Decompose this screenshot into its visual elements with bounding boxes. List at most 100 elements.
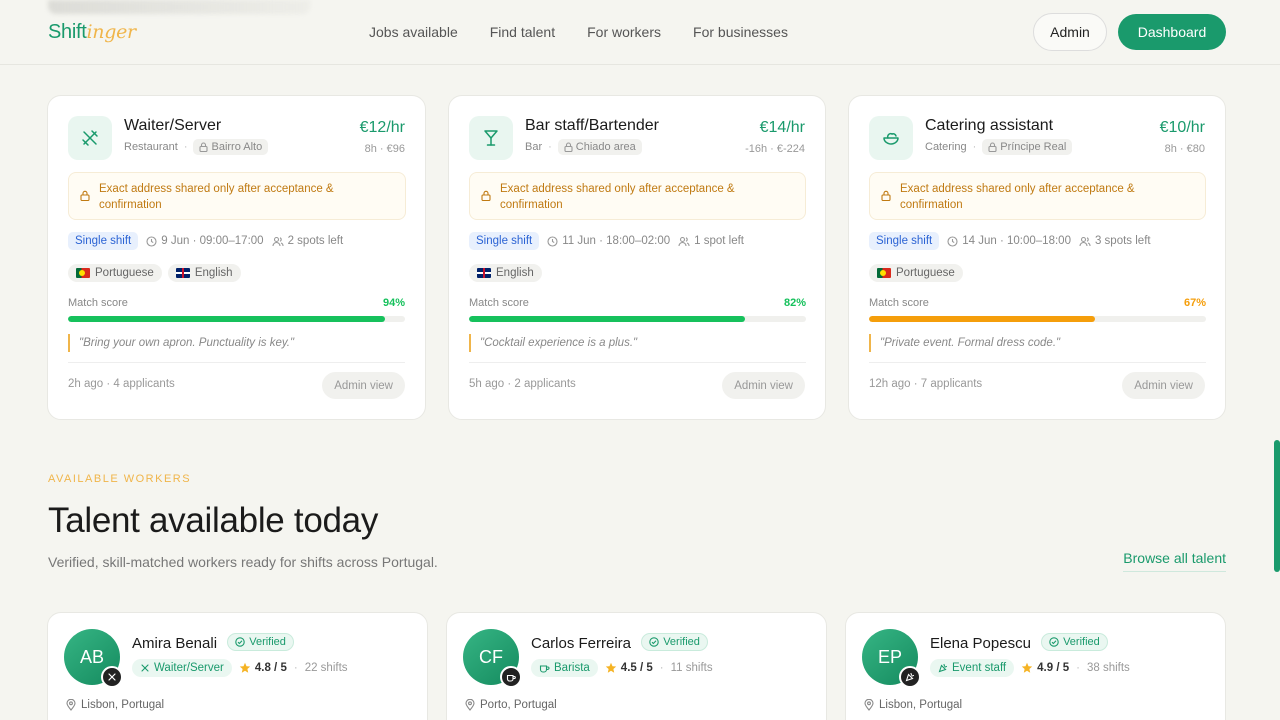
job-card[interactable]: Bar staff/Bartender Bar · Chiado area €1… bbox=[448, 95, 826, 420]
match-score-row: Match score 67% bbox=[869, 297, 1206, 309]
worker-name-row: Elena Popescu Verified bbox=[930, 633, 1108, 652]
worker-card[interactable]: EP Elena Popescu Verified Event staff 4.… bbox=[845, 612, 1226, 720]
spots-text: 2 spots left bbox=[287, 235, 344, 247]
language-name: Portuguese bbox=[896, 267, 955, 279]
spots-left: 3 spots left bbox=[1079, 235, 1151, 247]
datetime-text: 9 Jun · 09:00–17:00 bbox=[161, 235, 264, 247]
role-name: Barista bbox=[554, 662, 590, 674]
logo-accent: inger bbox=[86, 21, 137, 43]
worker-name-row: Carlos Ferreira Verified bbox=[531, 633, 708, 652]
language-chip: Portuguese bbox=[68, 264, 162, 282]
nav-jobs-available[interactable]: Jobs available bbox=[369, 23, 458, 41]
languages: Portuguese bbox=[869, 264, 963, 282]
job-title: Catering assistant bbox=[925, 117, 1054, 134]
hourly-rate: €14/hr bbox=[759, 119, 805, 136]
nav-find-talent[interactable]: Find talent bbox=[490, 23, 555, 41]
worker-name: Carlos Ferreira bbox=[531, 635, 632, 652]
verified-text: Verified bbox=[663, 636, 700, 648]
separator-dot: · bbox=[972, 141, 977, 153]
job-title: Waiter/Server bbox=[124, 117, 222, 134]
worker-card[interactable]: CF Carlos Ferreira Verified Barista 4.5 … bbox=[446, 612, 827, 720]
users-icon bbox=[678, 236, 690, 246]
hours-total: 8h · €80 bbox=[1164, 143, 1205, 155]
users-icon bbox=[272, 236, 284, 246]
scrolled-content-shadow bbox=[48, 0, 310, 14]
role-name: Waiter/Server bbox=[154, 662, 224, 674]
section-eyebrow: AVAILABLE WORKERS bbox=[48, 473, 192, 485]
utensils-icon bbox=[101, 666, 123, 688]
worker-stats: Waiter/Server 4.8 / 5 · 22 shifts bbox=[132, 659, 348, 677]
shift-datetime: 14 Jun · 10:00–18:00 bbox=[947, 235, 1071, 247]
address-notice: Exact address shared only after acceptan… bbox=[68, 172, 406, 220]
match-score-row: Match score 82% bbox=[469, 297, 806, 309]
nav-for-businesses[interactable]: For businesses bbox=[693, 23, 788, 41]
verified-text: Verified bbox=[1063, 636, 1100, 648]
worker-stats: Barista 4.5 / 5 · 11 shifts bbox=[531, 659, 713, 677]
main-nav: Jobs available Find talent For workers F… bbox=[369, 23, 788, 41]
divider bbox=[869, 362, 1206, 363]
address-notice: Exact address shared only after acceptan… bbox=[869, 172, 1206, 220]
lock-icon bbox=[988, 142, 997, 152]
page-scrollbar[interactable] bbox=[1274, 440, 1280, 572]
worker-stats: Event staff 4.9 / 5 · 38 shifts bbox=[930, 659, 1130, 677]
languages: English bbox=[469, 264, 542, 282]
area-name: Príncipe Real bbox=[1000, 141, 1067, 153]
portugal-flag-icon bbox=[76, 268, 90, 278]
worker-location: Lisbon, Portugal bbox=[66, 699, 164, 711]
uk-flag-icon bbox=[175, 268, 190, 278]
job-note: "Private event. Formal dress code." bbox=[869, 334, 1060, 352]
portugal-flag-icon bbox=[877, 268, 891, 278]
job-title: Bar staff/Bartender bbox=[525, 117, 659, 134]
map-pin-icon bbox=[66, 699, 76, 711]
separator-dot: · bbox=[548, 141, 552, 153]
shift-datetime: 11 Jun · 18:00–02:00 bbox=[547, 235, 670, 247]
star-icon bbox=[1021, 662, 1033, 673]
map-pin-icon bbox=[465, 699, 475, 711]
address-notice-text: Exact address shared only after acceptan… bbox=[99, 183, 334, 211]
rating: 4.8 / 5 bbox=[239, 662, 287, 674]
language-name: English bbox=[194, 267, 233, 279]
admin-button[interactable]: Admin bbox=[1033, 13, 1107, 51]
language-name: Portuguese bbox=[95, 267, 154, 279]
spots-text: 3 spots left bbox=[1094, 235, 1151, 247]
section-title: Talent available today bbox=[48, 501, 379, 540]
worker-card[interactable]: AB Amira Benali Verified Waiter/Server 4… bbox=[47, 612, 428, 720]
job-card[interactable]: Waiter/Server Restaurant · Bairro Alto €… bbox=[47, 95, 426, 420]
location-text: Porto, Portugal bbox=[480, 699, 557, 711]
separator-dot: · bbox=[1076, 662, 1080, 674]
check-circle-icon bbox=[1049, 637, 1059, 647]
language-chip: English bbox=[167, 264, 241, 282]
star-icon bbox=[239, 662, 251, 673]
coffee-icon bbox=[539, 665, 550, 673]
hourly-rate: €10/hr bbox=[1159, 119, 1205, 136]
admin-view-button[interactable]: Admin view bbox=[1122, 372, 1205, 399]
match-label: Match score bbox=[869, 297, 929, 309]
lock-icon bbox=[881, 190, 891, 201]
dashboard-button[interactable]: Dashboard bbox=[1118, 14, 1226, 50]
clock-icon bbox=[947, 235, 958, 247]
spots-text: 1 spot left bbox=[694, 235, 744, 247]
rating-value: 4.9 / 5 bbox=[1037, 662, 1070, 674]
area-chip: Chiado area bbox=[557, 139, 642, 155]
rating-value: 4.5 / 5 bbox=[620, 662, 653, 674]
coffee-icon bbox=[500, 666, 522, 688]
browse-all-talent-link[interactable]: Browse all talent bbox=[1123, 549, 1226, 572]
star-icon bbox=[605, 662, 616, 673]
job-category: Bar bbox=[525, 141, 543, 153]
job-meta: Catering · Príncipe Real bbox=[925, 139, 1073, 155]
lock-icon bbox=[564, 142, 573, 152]
posted-info: 5h ago · 2 applicants bbox=[469, 378, 576, 390]
worker-location: Lisbon, Portugal bbox=[864, 699, 962, 711]
job-meta: Bar · Chiado area bbox=[525, 139, 642, 155]
admin-view-button[interactable]: Admin view bbox=[322, 372, 405, 399]
rating-value: 4.8 / 5 bbox=[254, 662, 287, 674]
nav-for-workers[interactable]: For workers bbox=[587, 23, 661, 41]
admin-view-button[interactable]: Admin view bbox=[722, 372, 805, 399]
lock-icon bbox=[199, 142, 209, 152]
verified-badge: Verified bbox=[1041, 633, 1108, 651]
lock-icon bbox=[80, 190, 90, 201]
job-note: "Cocktail experience is a plus." bbox=[469, 334, 637, 352]
job-card[interactable]: Catering assistant Catering · Príncipe R… bbox=[848, 95, 1226, 420]
separator-dot: · bbox=[659, 662, 664, 674]
logo[interactable]: Shiftinger bbox=[48, 20, 136, 44]
